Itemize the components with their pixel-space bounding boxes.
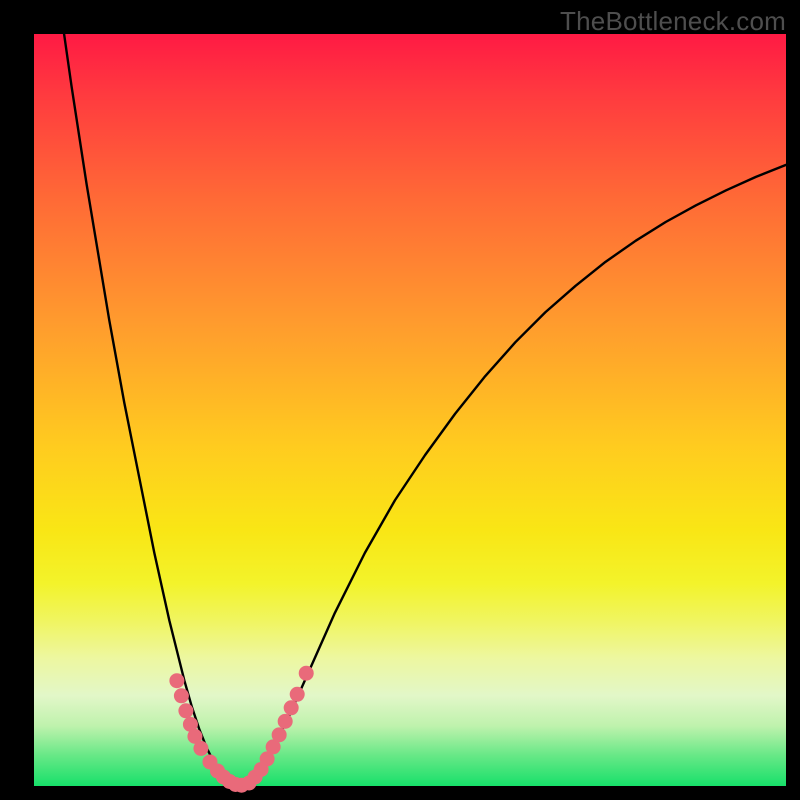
watermark-text: TheBottleneck.com xyxy=(560,6,786,37)
curve-marker xyxy=(290,687,305,702)
chart-frame: TheBottleneck.com xyxy=(0,0,800,800)
curve-marker xyxy=(169,673,184,688)
plot-area xyxy=(34,34,786,786)
curve-marker xyxy=(278,714,293,729)
curve-layer xyxy=(34,34,786,786)
curve-marker xyxy=(178,703,193,718)
curve-marker xyxy=(193,741,208,756)
curve-marker xyxy=(299,666,314,681)
curve-marker xyxy=(272,727,287,742)
curve-marker xyxy=(174,688,189,703)
bottleneck-curve xyxy=(64,34,786,786)
curve-marker xyxy=(284,700,299,715)
curve-markers xyxy=(169,666,313,793)
